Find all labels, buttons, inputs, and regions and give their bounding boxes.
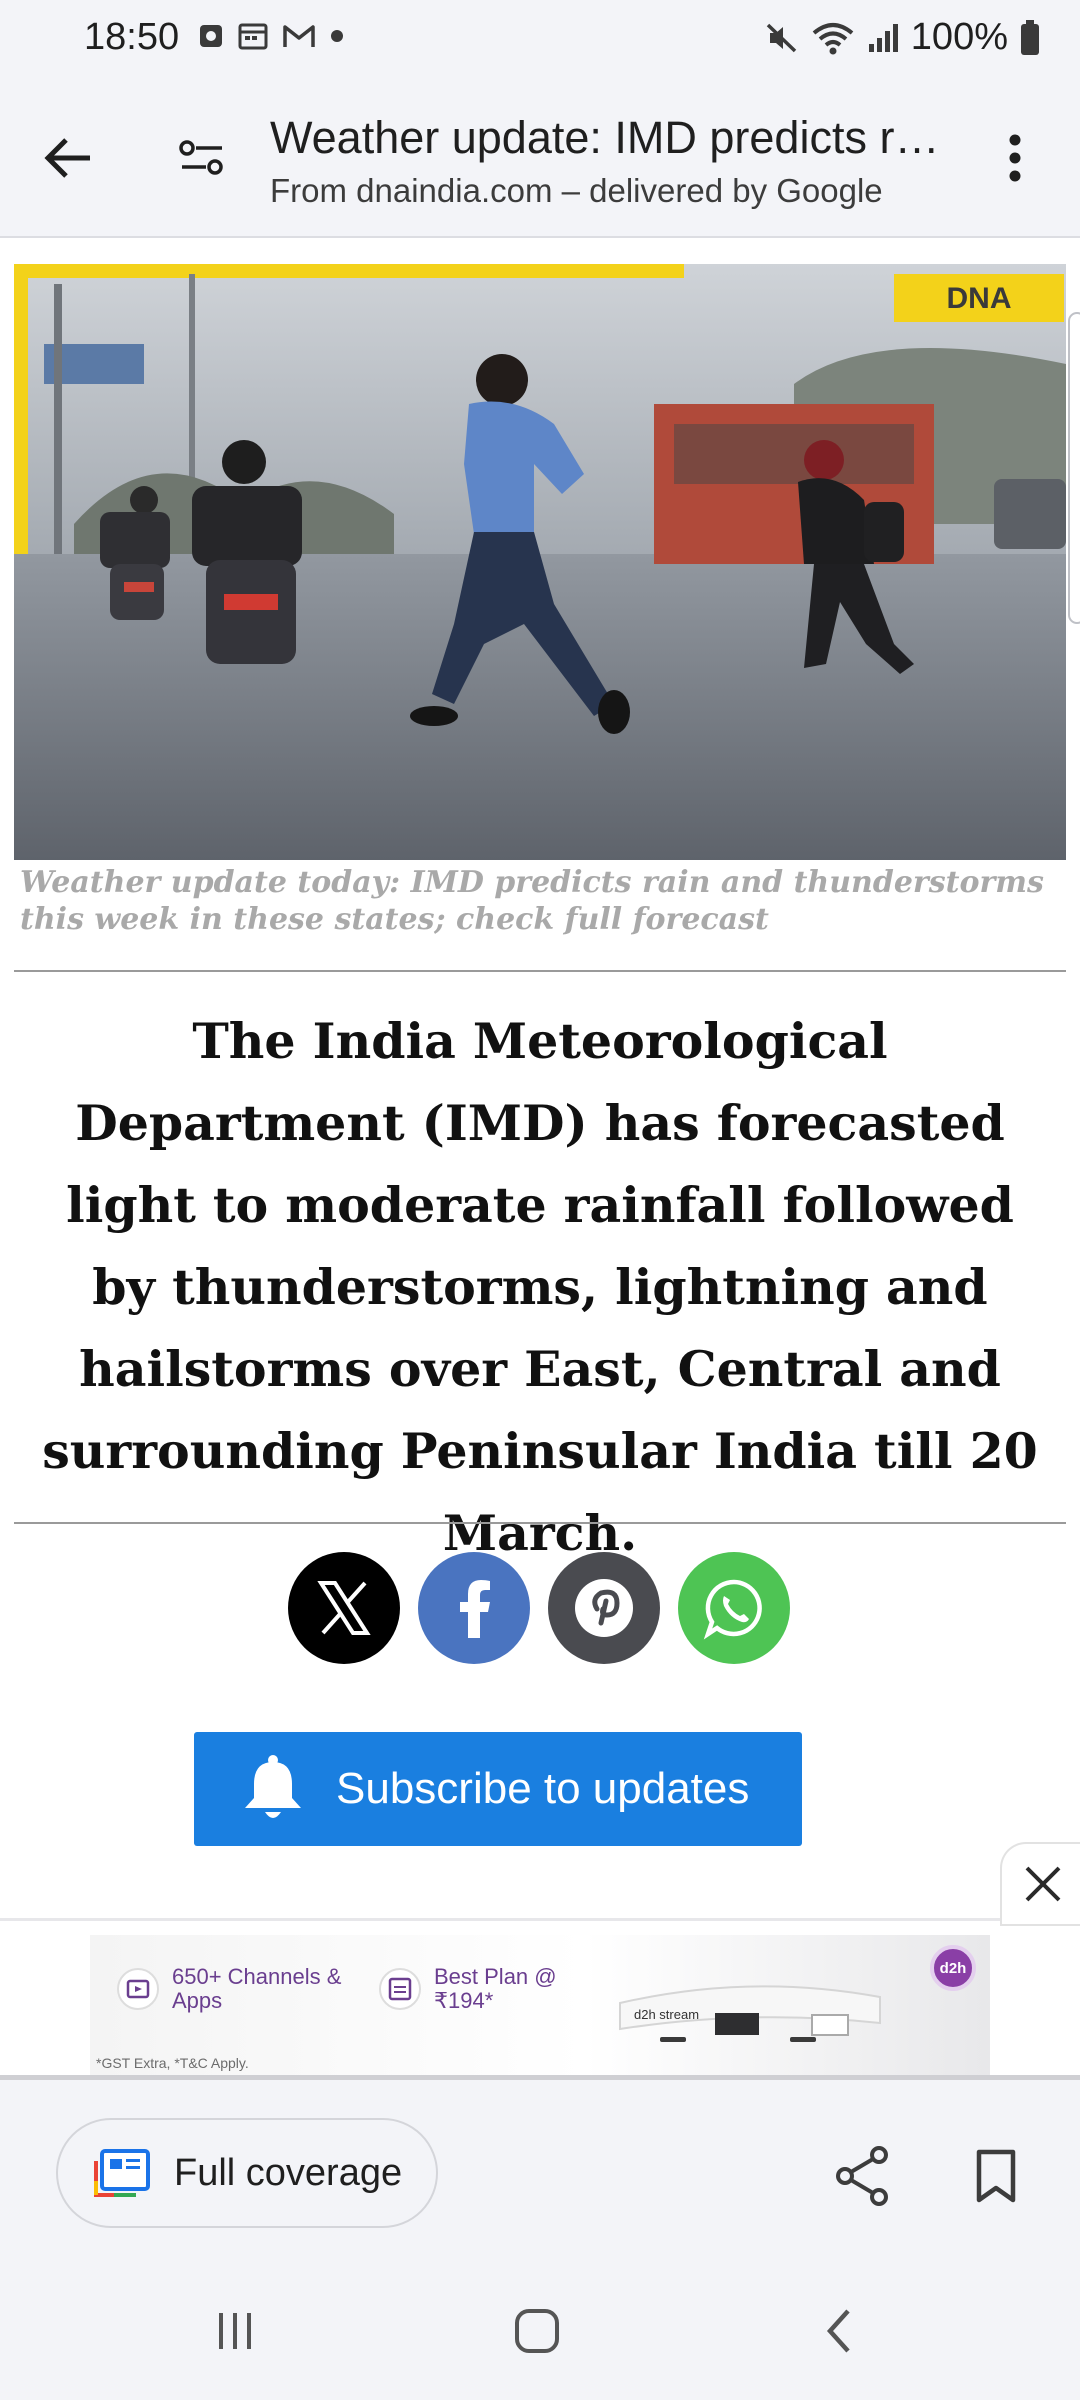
article-hero-image: DNA (14, 264, 1066, 860)
ad-close-button[interactable] (1000, 1842, 1080, 1926)
share-whatsapp-button[interactable] (678, 1552, 790, 1664)
image-caption: Weather update today: IMD predicts rain … (20, 865, 1044, 937)
tv-icon (117, 1968, 159, 2010)
system-navigation-bar (0, 2262, 1080, 2400)
page-title: Weather update: IMD predicts rai... (270, 112, 960, 163)
dot-icon (331, 30, 343, 42)
pinterest-icon (575, 1579, 633, 1637)
ad-fine-print: *GST Extra, *T&C Apply. (96, 2055, 249, 2071)
close-icon (1025, 1866, 1061, 1902)
notification-app-icon (200, 25, 222, 47)
divider (14, 1522, 1066, 1524)
social-share-row (288, 1552, 790, 1664)
ad-feature-channels: 650+ Channels & Apps (116, 1965, 352, 2013)
share-icon (836, 2146, 888, 2206)
bookmark-button[interactable] (966, 2144, 1026, 2208)
share-button[interactable] (830, 2144, 894, 2208)
whatsapp-icon (703, 1579, 762, 1640)
ad-feature-plan: Best Plan @ ₹194* (378, 1965, 584, 2013)
calendar-icon (238, 23, 268, 50)
nav-back-icon (826, 2309, 850, 2353)
subscribe-label: Subscribe to updates (336, 1764, 750, 1813)
ad-device-brand: d2h stream (634, 2007, 700, 2022)
divider (14, 970, 1066, 972)
wifi-icon (812, 22, 854, 54)
share-x-button[interactable] (288, 1552, 400, 1664)
status-system-icons: 100% (765, 16, 1040, 59)
facebook-icon (460, 1580, 490, 1638)
app-bar: Weather update: IMD predicts rai... From… (0, 78, 1080, 238)
ad-plan-text: Best Plan @ ₹194* (434, 1964, 557, 2013)
share-facebook-button[interactable] (418, 1552, 530, 1664)
home-icon (515, 2309, 559, 2353)
tune-icon (179, 140, 223, 175)
battery-percent: 100% (910, 16, 1008, 58)
gmail-icon (283, 25, 315, 47)
article-lead: The India Meteorological Department (IMD… (42, 1012, 1038, 1562)
ad-channels-text: 650+ Channels & Apps (172, 1964, 342, 2013)
x-logo-icon (317, 1581, 371, 1635)
nav-recents-button[interactable] (200, 2302, 270, 2360)
hero-badge: DNA (947, 282, 1012, 315)
signal-icon (868, 23, 898, 52)
status-time: 18:50 (84, 16, 180, 58)
nav-back-button[interactable] (804, 2302, 874, 2360)
more-vert-icon (1009, 134, 1021, 182)
arrow-back-icon (44, 138, 90, 178)
nav-home-button[interactable] (502, 2302, 572, 2360)
back-button[interactable] (36, 126, 100, 190)
status-notification-icons (198, 22, 344, 50)
full-coverage-label: Full coverage (174, 2151, 403, 2194)
ad-brand-logo: d2h (930, 1945, 976, 1991)
content-settings-button[interactable] (170, 126, 234, 190)
ad-product-image: d2h stream (600, 1963, 900, 2055)
best-plan-icon (379, 1968, 421, 2010)
status-bar: 18:50 100% (0, 0, 1080, 78)
bottom-action-bar: Full coverage (0, 2080, 1080, 2262)
scroll-indicator (1068, 312, 1080, 624)
page-source: From dnaindia.com – delivered by Google (270, 172, 883, 209)
subscribe-button[interactable]: Subscribe to updates (194, 1732, 802, 1846)
full-coverage-icon (94, 2149, 150, 2197)
bell-icon (245, 1755, 301, 1818)
battery-icon (1021, 19, 1039, 55)
ad-banner-container: 650+ Channels & Apps Best Plan @ ₹194* d… (0, 1918, 1080, 2080)
mute-icon (766, 23, 797, 52)
rain-street-photo: DNA (14, 264, 1066, 860)
full-coverage-button[interactable]: Full coverage (56, 2118, 438, 2228)
ad-banner[interactable]: 650+ Channels & Apps Best Plan @ ₹194* d… (90, 1935, 990, 2075)
bookmark-icon (976, 2149, 1016, 2203)
more-options-button[interactable] (990, 126, 1040, 190)
share-pinterest-button[interactable] (548, 1552, 660, 1664)
ad-brand-text: d2h (939, 1959, 967, 1977)
recents-icon (219, 2313, 251, 2349)
